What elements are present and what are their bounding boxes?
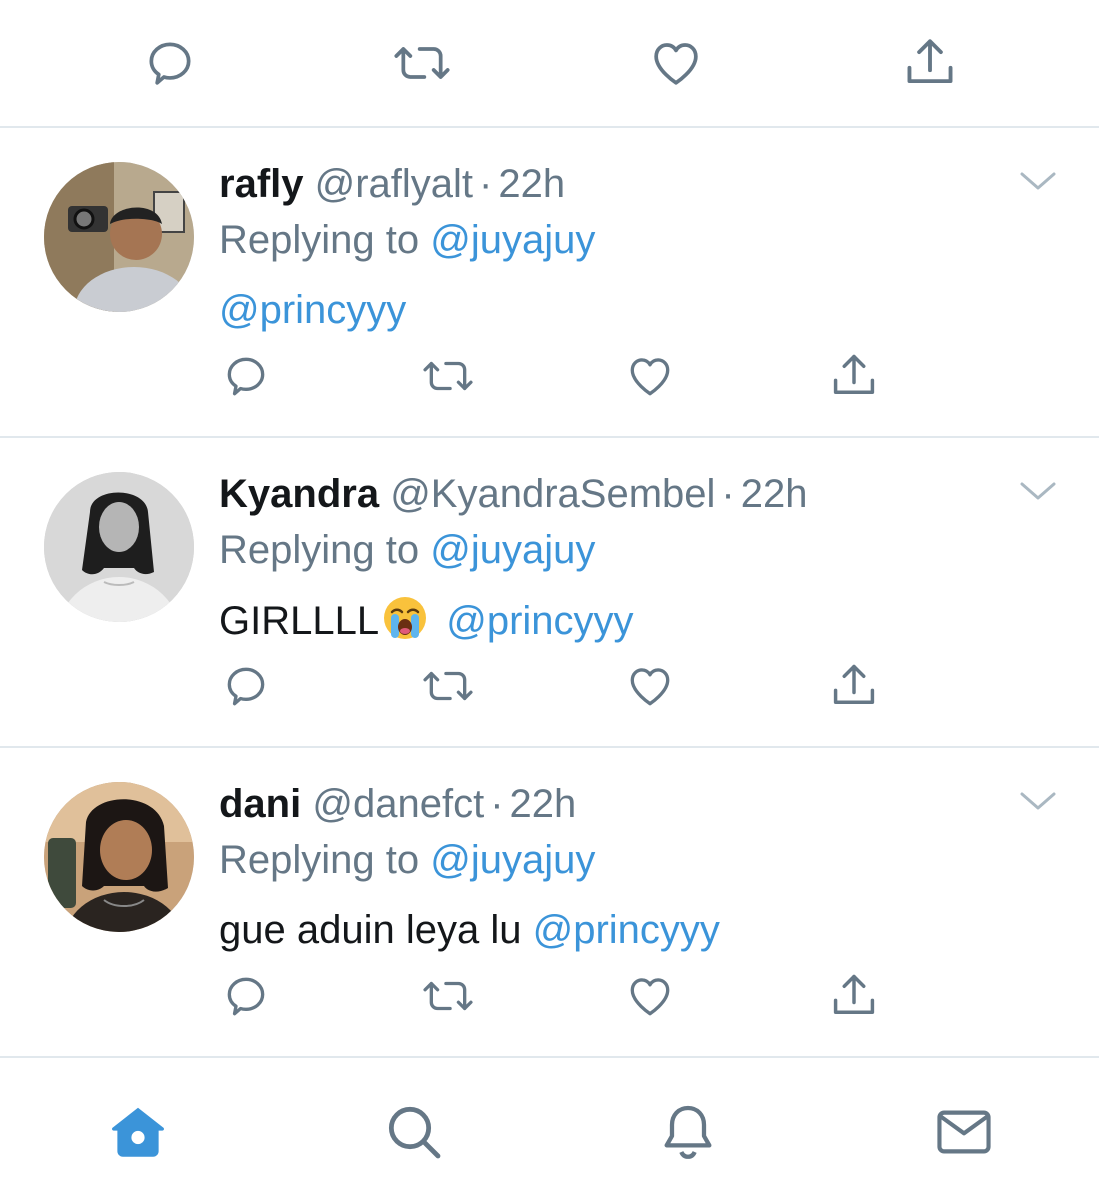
replying-to: Replying to @juyajuy: [219, 214, 595, 266]
like-button[interactable]: [622, 970, 678, 1022]
notifications-icon: [664, 1105, 712, 1159]
home-icon: [112, 1107, 164, 1157]
share-icon: [833, 974, 875, 1014]
display-name[interactable]: dani: [219, 782, 301, 826]
replying-to-link[interactable]: @juyajuy: [430, 838, 595, 882]
mention-link[interactable]: @princyyy: [533, 908, 720, 952]
timestamp: 22h: [498, 162, 566, 206]
reply-icon: [227, 357, 265, 396]
retweet-icon: [423, 671, 473, 701]
tweet-header: Kyandra @KyandraSembel · 22h: [219, 468, 807, 520]
like-button[interactable]: [622, 660, 678, 712]
tweet-header: rafly @raflyalt · 22h: [219, 158, 565, 210]
messages-icon: [937, 1110, 991, 1154]
search-icon: [388, 1106, 441, 1159]
separator: ·: [721, 472, 735, 516]
share-icon: [907, 39, 953, 84]
tweet-text: GIRLLLL @princyyy: [219, 594, 634, 647]
share-icon: [833, 664, 875, 704]
replying-to: Replying to @juyajuy: [219, 834, 595, 886]
share-button[interactable]: [826, 970, 882, 1022]
bottom-tab-bar: [0, 1060, 1099, 1200]
chevron-down-icon[interactable]: [1016, 786, 1060, 816]
tweet-body-text: GIRLLLL: [219, 599, 380, 643]
like-icon: [630, 358, 670, 396]
like-button[interactable]: [644, 33, 708, 93]
tweet-item[interactable]: rafly @raflyalt · 22h Replying to @juyajuy…: [0, 128, 1099, 438]
share-button[interactable]: [826, 660, 882, 712]
chevron-down-icon[interactable]: [1016, 476, 1060, 506]
user-handle[interactable]: @KyandraSembel: [390, 472, 715, 516]
like-icon: [630, 978, 670, 1016]
tweet-body-text: gue aduin leya lu: [219, 908, 522, 952]
replying-to: Replying to @juyajuy: [219, 524, 595, 576]
display-name[interactable]: rafly: [219, 162, 304, 206]
retweet-icon: [423, 981, 473, 1011]
tab-home[interactable]: [98, 1092, 178, 1172]
retweet-button[interactable]: [420, 970, 476, 1022]
reply-icon: [227, 667, 265, 706]
avatar[interactable]: [44, 472, 194, 622]
tweet-text: @princyyy: [219, 284, 406, 336]
share-button[interactable]: [826, 350, 882, 402]
avatar[interactable]: [44, 782, 194, 932]
mention-link[interactable]: @princyyy: [219, 288, 406, 332]
tweet-header: dani @danefct · 22h: [219, 778, 576, 830]
retweet-button[interactable]: [420, 350, 476, 402]
user-handle[interactable]: @danefct: [312, 782, 484, 826]
separator: ·: [490, 782, 504, 826]
mention-link[interactable]: @princyyy: [446, 599, 633, 643]
reply-button[interactable]: [138, 33, 202, 93]
reply-icon: [227, 977, 265, 1016]
reply-icon: [149, 42, 191, 85]
retweet-icon: [394, 47, 450, 79]
crying-face-emoji-icon: [384, 597, 427, 639]
retweet-button[interactable]: [420, 660, 476, 712]
tab-messages[interactable]: [924, 1092, 1004, 1172]
like-icon: [630, 668, 670, 706]
replying-prefix: Replying to: [219, 528, 420, 572]
retweet-button[interactable]: [390, 33, 454, 93]
replying-prefix: Replying to: [219, 838, 420, 882]
timestamp: 22h: [509, 782, 577, 826]
avatar[interactable]: [44, 162, 194, 312]
retweet-icon: [423, 361, 473, 391]
top-action-bar: [0, 0, 1099, 128]
tweet-text: gue aduin leya lu @princyyy: [219, 904, 720, 956]
like-button[interactable]: [622, 350, 678, 402]
share-button[interactable]: [898, 33, 962, 93]
chevron-down-icon[interactable]: [1016, 166, 1060, 196]
user-handle[interactable]: @raflyalt: [315, 162, 473, 206]
tab-notifications[interactable]: [648, 1092, 728, 1172]
share-icon: [833, 354, 875, 394]
tweet-item[interactable]: Kyandra @KyandraSembel · 22h Replying to @…: [0, 438, 1099, 748]
separator: ·: [479, 162, 493, 206]
replying-to-link[interactable]: @juyajuy: [430, 218, 595, 262]
replying-prefix: Replying to: [219, 218, 420, 262]
replying-to-link[interactable]: @juyajuy: [430, 528, 595, 572]
reply-button[interactable]: [218, 350, 274, 402]
tweet-item[interactable]: dani @danefct · 22h Replying to @juyajuy g…: [0, 748, 1099, 1058]
like-icon: [654, 43, 698, 85]
display-name[interactable]: Kyandra: [219, 472, 379, 516]
timestamp: 22h: [740, 472, 808, 516]
reply-button[interactable]: [218, 660, 274, 712]
reply-button[interactable]: [218, 970, 274, 1022]
tab-search[interactable]: [374, 1092, 454, 1172]
